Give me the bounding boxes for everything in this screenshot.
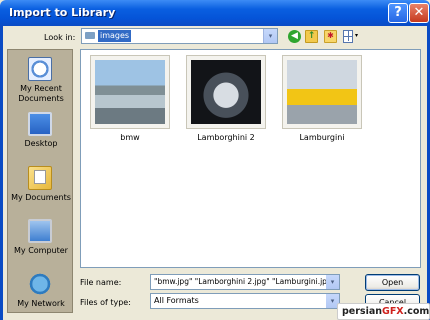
- views-menu-icon[interactable]: [343, 30, 353, 43]
- desktop-icon: [28, 112, 52, 136]
- file-thumbnail[interactable]: [90, 55, 170, 129]
- watermark-logo: persianGFX.com: [337, 303, 430, 320]
- folder-icon: [85, 32, 95, 39]
- file-thumbnail[interactable]: [282, 55, 362, 129]
- recent-documents-icon: [28, 57, 52, 81]
- views-dropdown-arrow-icon[interactable]: ▾: [355, 32, 358, 39]
- look-in-label: Look in:: [44, 33, 76, 42]
- place-label: My Recent: [20, 84, 62, 93]
- file-thumbnail[interactable]: [186, 55, 266, 129]
- files-of-type-label: Files of type:: [80, 298, 131, 307]
- up-one-level-icon[interactable]: ↑: [305, 30, 318, 43]
- new-folder-icon[interactable]: ✱: [324, 30, 337, 43]
- my-computer-icon: [28, 219, 52, 243]
- chevron-down-icon[interactable]: ▾: [263, 29, 277, 43]
- place-label: Desktop: [24, 139, 58, 148]
- place-desktop[interactable]: Desktop: [8, 108, 74, 150]
- files-of-type-select[interactable]: All Formats: [150, 293, 340, 309]
- help-button[interactable]: ?: [388, 3, 408, 23]
- watermark-text: persian: [342, 306, 383, 317]
- places-bar: My Recent Documents Desktop My Documents…: [7, 49, 73, 313]
- place-label: My Network: [17, 299, 65, 308]
- back-icon[interactable]: ◀: [288, 30, 301, 43]
- file-name-label: File name:: [80, 278, 122, 287]
- open-button[interactable]: Open: [365, 274, 420, 291]
- window-title: Import to Library: [9, 6, 116, 19]
- my-network-icon: [28, 272, 52, 296]
- file-name-label[interactable]: Lamburgini: [274, 133, 370, 142]
- my-documents-icon: [28, 166, 52, 190]
- close-button[interactable]: ✕: [409, 3, 429, 23]
- lamborghini-2-car-thumbnail: [191, 60, 261, 124]
- place-my-network[interactable]: My Network: [8, 268, 74, 312]
- bmw-car-thumbnail: [95, 60, 165, 124]
- look-in-dropdown[interactable]: images ▾: [81, 28, 278, 44]
- file-name-label[interactable]: bmw: [82, 133, 178, 142]
- watermark-suffix-text: .com: [403, 306, 430, 317]
- place-my-recent-documents[interactable]: My Recent Documents: [8, 55, 74, 105]
- place-my-computer[interactable]: My Computer: [8, 215, 74, 261]
- file-list-pane[interactable]: bmw Lamborghini 2 Lamburgini: [80, 49, 421, 268]
- place-my-documents[interactable]: My Documents: [8, 162, 74, 208]
- lamburgini-car-thumbnail: [287, 60, 357, 124]
- watermark-accent-text: GFX: [382, 306, 404, 317]
- chevron-down-icon[interactable]: ▾: [326, 275, 339, 289]
- place-label: My Documents: [11, 193, 71, 202]
- title-bar[interactable]: Import to Library ? ✕: [0, 0, 430, 26]
- file-name-input[interactable]: "bmw.jpg" "Lamborghini 2.jpg" "Lamburgin…: [150, 274, 340, 290]
- file-name-label[interactable]: Lamborghini 2: [178, 133, 274, 142]
- look-in-value: images: [98, 30, 132, 42]
- place-label: Documents: [18, 94, 64, 103]
- place-label: My Computer: [14, 246, 68, 255]
